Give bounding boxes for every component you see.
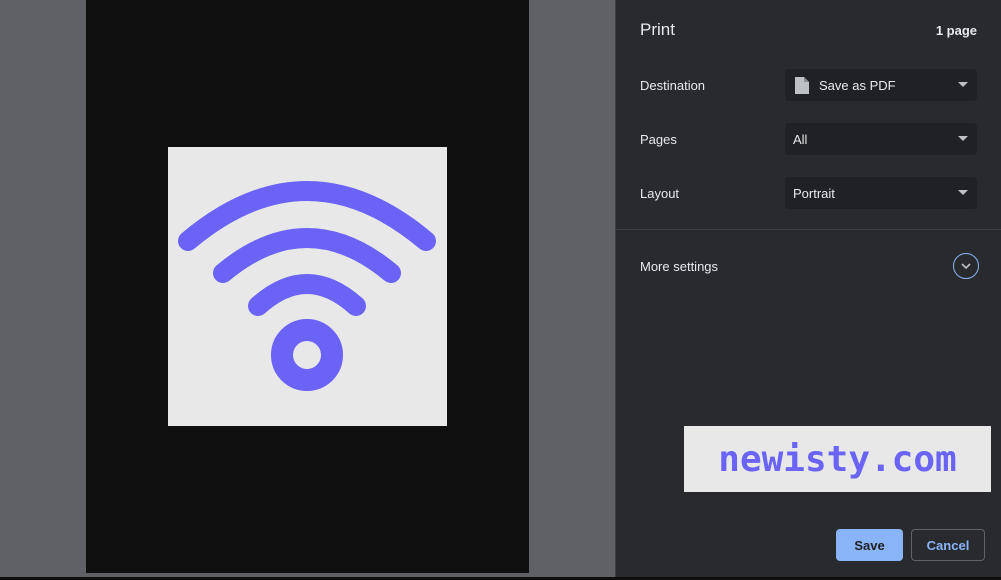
pages-row: Pages All — [640, 123, 977, 155]
destination-select[interactable]: Save as PDF — [785, 69, 977, 101]
pages-value: All — [793, 131, 808, 147]
layout-select[interactable]: Portrait — [785, 177, 977, 209]
preview-page — [86, 0, 529, 573]
panel-header: Print 1 page — [640, 18, 977, 42]
dropdown-arrow-icon — [957, 187, 969, 199]
layout-row: Layout Portrait — [640, 177, 977, 209]
expand-button[interactable] — [953, 253, 979, 279]
pages-select[interactable]: All — [785, 123, 977, 155]
wifi-icon — [178, 181, 436, 391]
print-settings-panel: Print 1 page Destination Save as PDF Pag… — [615, 0, 1001, 580]
dropdown-arrow-icon — [957, 79, 969, 91]
layout-value: Portrait — [793, 185, 835, 201]
chevron-down-icon — [961, 262, 971, 269]
panel-title: Print — [640, 20, 675, 39]
pages-label: Pages — [640, 131, 677, 147]
cancel-button[interactable]: Cancel — [911, 529, 985, 561]
preview-image — [168, 147, 447, 426]
watermark-text: newisty.com — [718, 438, 957, 480]
destination-label: Destination — [640, 77, 706, 93]
print-preview-area — [0, 0, 615, 580]
action-buttons: Save Cancel — [836, 529, 985, 561]
divider — [616, 229, 1001, 230]
more-settings-row[interactable]: More settings — [640, 250, 979, 282]
document-icon — [793, 76, 811, 94]
destination-row: Destination Save as PDF — [640, 69, 977, 101]
destination-value: Save as PDF — [819, 77, 896, 93]
page-count: 1 page — [935, 22, 977, 38]
dropdown-arrow-icon — [957, 133, 969, 145]
more-settings-label: More settings — [640, 258, 719, 274]
watermark: newisty.com — [684, 426, 991, 492]
layout-label: Layout — [640, 185, 680, 201]
save-button[interactable]: Save — [836, 529, 903, 561]
